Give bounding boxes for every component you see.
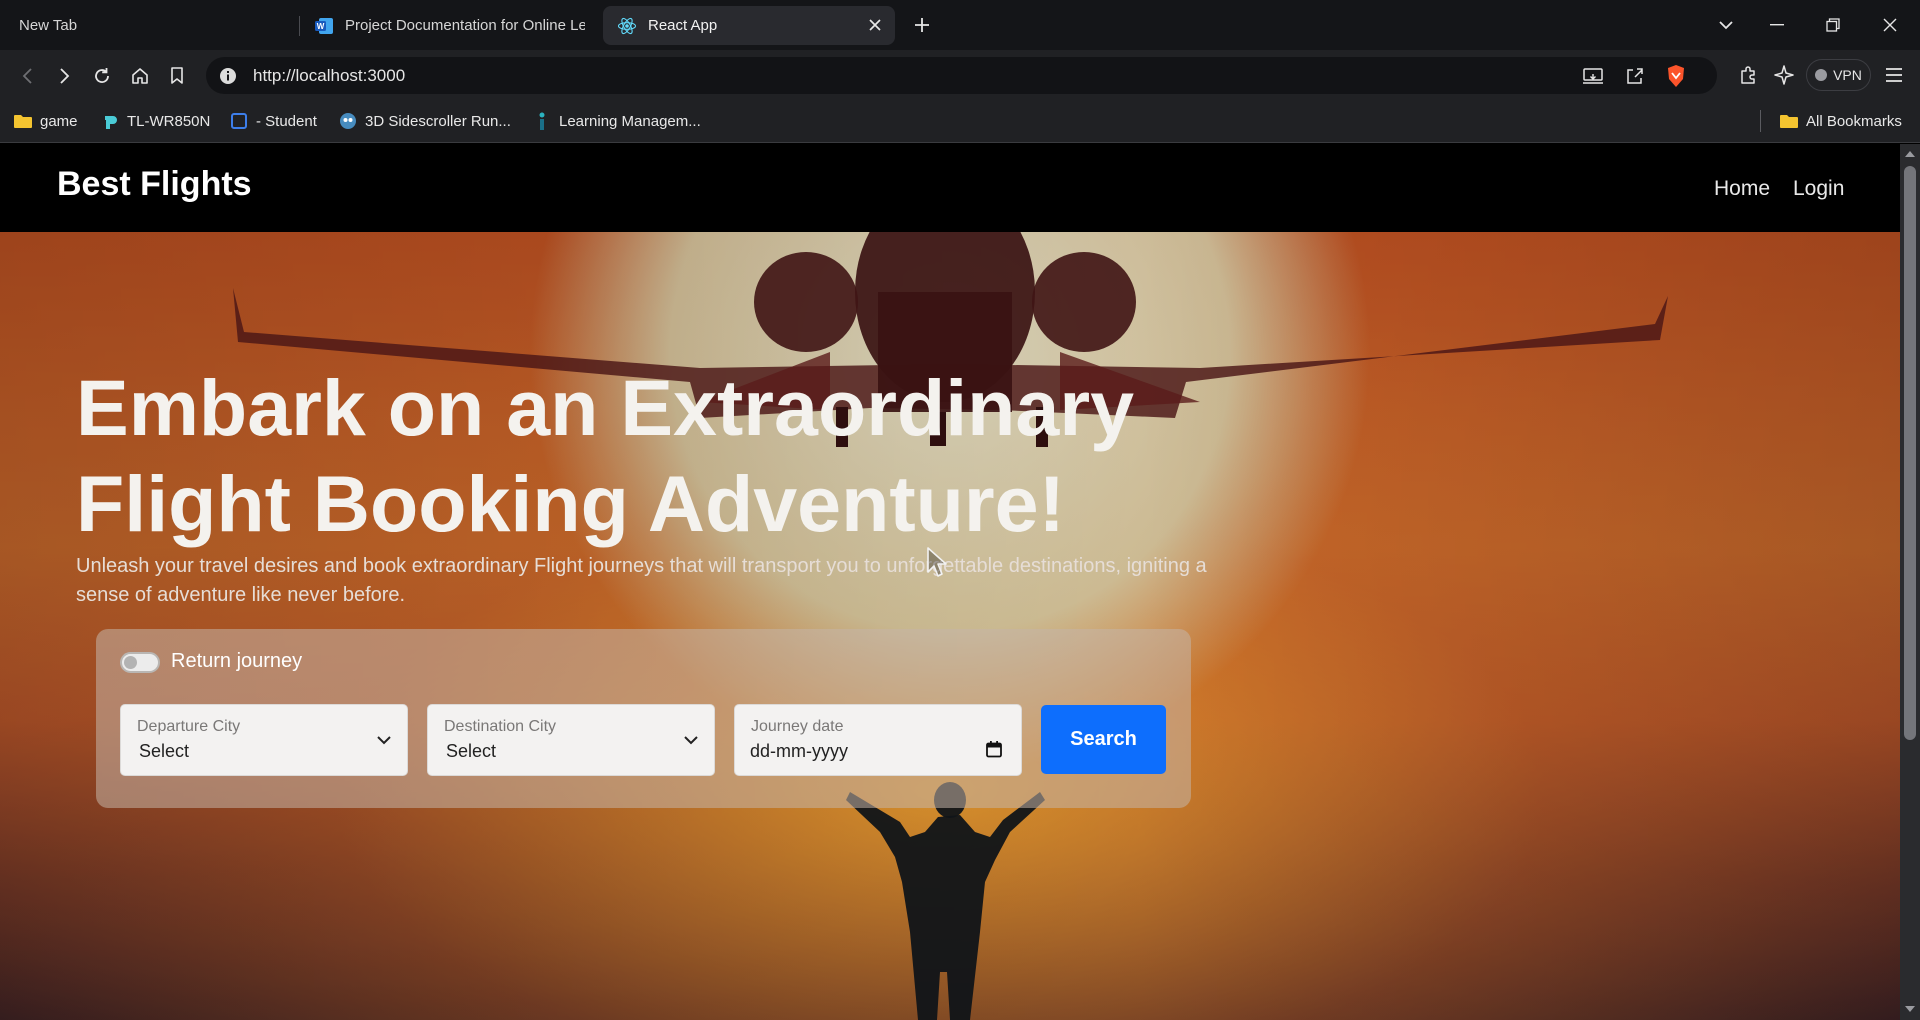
site-info-icon[interactable] [218,66,238,86]
journey-date-label: Journey date [751,718,844,735]
new-tab-plus-icon[interactable] [910,13,934,37]
headline-line-1: Embark on an Extraordinary [76,363,1135,452]
scrollbar-thumb[interactable] [1904,166,1916,740]
tab-title: React App [648,17,718,34]
hero-section: Embark on an Extraordinary Flight Bookin… [0,232,1900,1020]
vpn-status-icon [1815,69,1828,81]
chevron-down-icon [684,736,698,745]
vpn-label: VPN [1833,67,1862,83]
address-bar[interactable]: http://localhost:3000 [206,57,1717,94]
journey-date-placeholder: dd-mm-yyyy [750,741,848,761]
all-bookmarks-label: All Bookmarks [1806,112,1902,130]
bookmark-label: TL-WR850N [127,112,211,130]
folder-icon [1779,112,1799,130]
bookmark-game[interactable]: game [13,110,78,132]
back-arrow-icon[interactable] [14,62,42,90]
bookmark-label: - Student [256,112,317,130]
scroll-up-arrow-icon[interactable] [1904,149,1916,159]
destination-city-label: Destination City [444,718,557,735]
toggle-knob [124,656,137,669]
tab-new-tab[interactable]: New Tab [0,6,300,45]
lms-icon [532,112,552,130]
leo-ai-icon[interactable] [1772,64,1796,86]
home-icon[interactable] [126,62,154,90]
bookmark-learning-management[interactable]: Learning Managem... [532,110,701,132]
return-journey-toggle[interactable] [120,652,160,673]
tab-react-app[interactable]: React App [603,6,895,45]
mouse-cursor-icon [927,547,947,577]
bookmark-student[interactable]: - Student [229,110,317,132]
bookmark-tl-wr850n[interactable]: TL-WR850N [100,110,210,132]
chevron-down-icon [377,736,391,745]
reload-icon[interactable] [88,62,116,90]
word-icon: W [314,16,334,36]
tplink-icon [100,112,120,130]
nav-home-link[interactable]: Home [1714,177,1770,201]
bookmarks-separator [1760,110,1761,132]
student-icon [229,112,249,130]
tab-title: New Tab [19,17,78,34]
menu-hamburger-icon[interactable] [1882,64,1906,86]
headline-line-2: Flight Booking Adventure! [76,459,1065,548]
all-bookmarks-button[interactable]: All Bookmarks [1779,110,1902,132]
close-window-icon[interactable] [1875,10,1905,40]
browser-tab-strip: New Tab W Project Documentation for Onli… [0,0,1920,50]
airplane-silhouette-image [233,232,1668,1020]
return-journey-label[interactable]: Return journey [171,650,302,673]
folder-icon [13,112,33,130]
restore-icon[interactable] [1818,10,1848,40]
search-button[interactable]: Search [1041,705,1166,774]
brand-logo[interactable]: Best Flights [57,165,252,204]
calendar-icon[interactable] [985,740,1003,758]
departure-city-value: Select [139,741,190,761]
bookmark-3d-sidescroller[interactable]: 3D Sidescroller Run... [338,110,511,132]
close-tab-icon[interactable] [865,15,885,35]
extensions-icon[interactable] [1737,64,1761,86]
brave-shields-icon[interactable] [1664,65,1688,87]
departure-city-select[interactable]: Departure City Select [120,704,408,776]
hero-headline: Embark on an Extraordinary Flight Bookin… [76,360,1176,552]
flight-search-card: Return journey Departure City Select Des… [96,629,1191,808]
bookmark-label: game [40,112,78,130]
tab-search-chevron-icon[interactable] [1711,10,1741,40]
departure-city-label: Departure City [137,718,241,735]
svg-text:W: W [317,22,325,31]
game-icon [338,112,358,130]
vpn-button[interactable]: VPN [1806,59,1871,91]
url-text[interactable]: http://localhost:3000 [253,66,405,86]
tab-separator [299,16,300,36]
forward-arrow-icon[interactable] [50,62,78,90]
scroll-down-arrow-icon[interactable] [1904,1004,1916,1014]
share-icon[interactable] [1623,65,1647,87]
destination-city-select[interactable]: Destination City Select [427,704,715,776]
tab-title: Project Documentation for Online Learnin… [345,17,585,34]
journey-date-input[interactable]: Journey date dd-mm-yyyy [734,704,1022,776]
hero-subtext: Unleash your travel desires and book ext… [76,555,1207,606]
tab-project-documentation[interactable]: W Project Documentation for Online Learn… [314,6,604,45]
cast-icon[interactable] [1581,65,1605,87]
site-navbar: Best Flights Home Login [0,144,1900,232]
bookmark-label: Learning Managem... [559,112,701,130]
minimize-icon[interactable] [1762,10,1792,40]
react-icon [617,16,637,36]
page-viewport: Best Flights Home Login Embark on an Ext… [0,144,1920,1020]
bookmark-label: 3D Sidescroller Run... [365,112,511,130]
bookmark-icon[interactable] [163,62,191,90]
destination-city-value: Select [446,741,497,761]
page-scrollbar[interactable] [1900,144,1920,1020]
nav-login-link[interactable]: Login [1793,177,1844,201]
